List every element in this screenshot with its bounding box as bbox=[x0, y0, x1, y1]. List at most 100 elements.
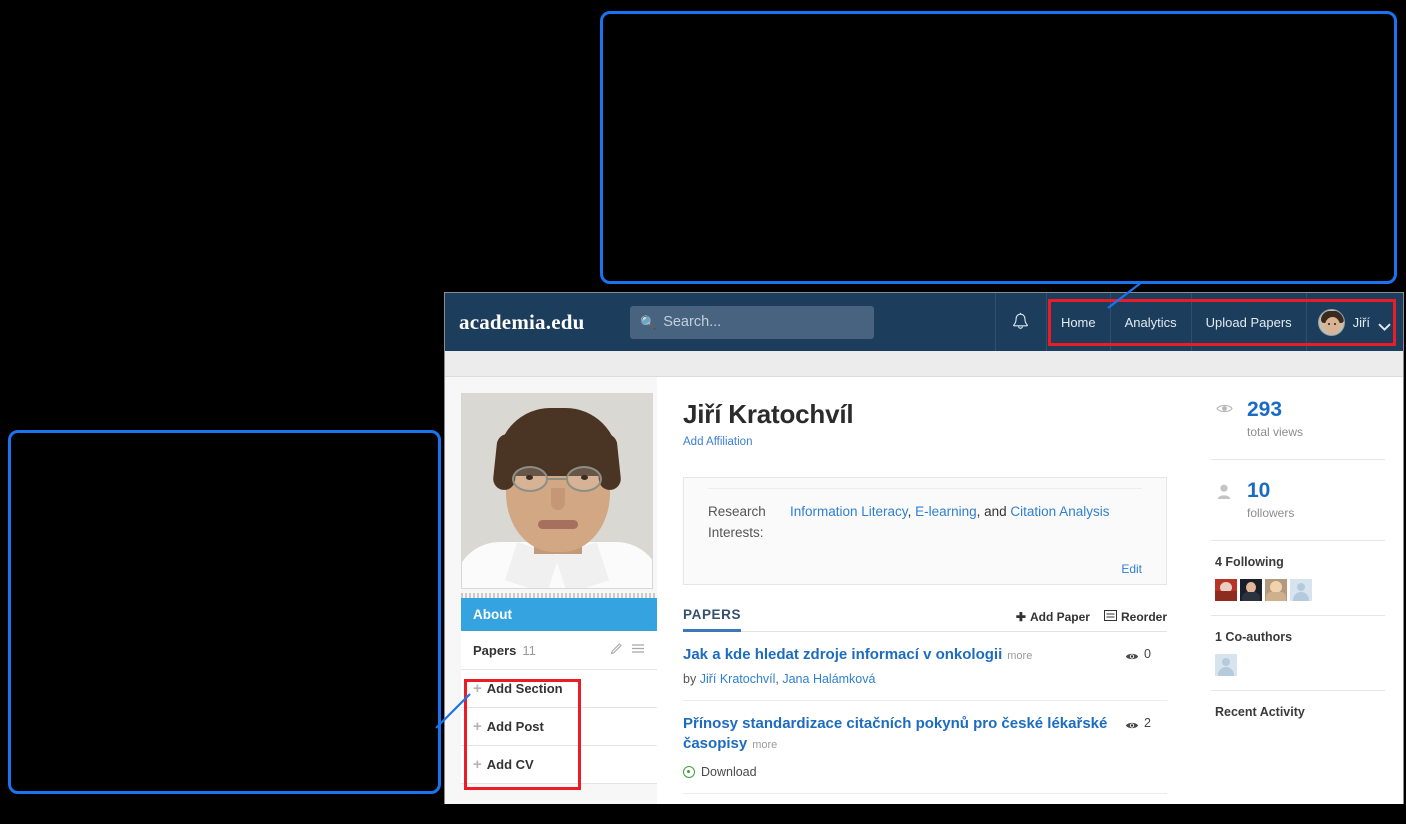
left-sidebar: About Papers 11 + Add Section + Add Post… bbox=[445, 377, 657, 804]
callout-box-navigation bbox=[600, 11, 1397, 284]
research-interests-row: Research Interests: Information Literacy… bbox=[708, 488, 1142, 544]
interest-conjunction: , and bbox=[976, 504, 1011, 519]
profile-page-body: About Papers 11 + Add Section + Add Post… bbox=[445, 377, 1403, 804]
pencil-icon[interactable] bbox=[610, 642, 623, 658]
interest-sep-1: , bbox=[907, 504, 916, 519]
add-paper-label: Add Paper bbox=[1029, 609, 1090, 624]
sidebar-item-papers[interactable]: Papers 11 bbox=[461, 631, 657, 670]
paper-more-link[interactable]: more bbox=[1007, 650, 1032, 662]
sidebar-add-section[interactable]: + Add Section bbox=[461, 670, 657, 708]
callout-leader-line-left bbox=[435, 692, 476, 732]
papers-section-header: PAPERS ✚ Add Paper Reorder bbox=[683, 607, 1167, 632]
bell-icon bbox=[1012, 312, 1029, 332]
eye-icon bbox=[1125, 719, 1139, 729]
notifications-button[interactable] bbox=[994, 293, 1047, 351]
reorder-button[interactable]: Reorder bbox=[1103, 609, 1167, 624]
avatar-placeholder[interactable] bbox=[1215, 654, 1237, 676]
author-link-1[interactable]: Jiří Kratochvíl bbox=[700, 672, 776, 686]
screenshot-stage: academia.edu 🔍 Search... Home Analytics … bbox=[0, 0, 1406, 824]
download-icon bbox=[683, 765, 695, 778]
papers-actions: ✚ Add Paper Reorder bbox=[1016, 609, 1167, 624]
search-area: 🔍 Search... bbox=[630, 293, 874, 351]
interest-link-information-literacy[interactable]: Information Literacy bbox=[790, 504, 908, 519]
avatar-placeholder[interactable] bbox=[1290, 579, 1312, 601]
search-placeholder: Search... bbox=[663, 314, 722, 330]
coauthor-avatars bbox=[1215, 654, 1385, 676]
sidebar-add-post[interactable]: + Add Post bbox=[461, 708, 657, 746]
main-inner: Research Interests: Information Literacy… bbox=[657, 477, 1193, 794]
research-interests-label-line1: Research bbox=[708, 504, 766, 519]
stat-total-views-value: 293 bbox=[1247, 398, 1283, 421]
paper-title-link[interactable]: Přínosy standardizace citačních pokynů p… bbox=[683, 714, 1113, 755]
stat-followers-value: 10 bbox=[1247, 479, 1271, 502]
navbar-spacer bbox=[874, 293, 995, 351]
browser-window: academia.edu 🔍 Search... Home Analytics … bbox=[444, 292, 1404, 804]
paper-authors: by Jiří Kratochvíl, Jana Halámková bbox=[683, 672, 1113, 686]
avatar[interactable] bbox=[1215, 579, 1237, 601]
add-paper-button[interactable]: ✚ Add Paper bbox=[1016, 610, 1090, 624]
paper-main: Přínosy standardizace citačních pokynů p… bbox=[683, 714, 1125, 779]
paper-main: Jak a kde hledat zdroje informací v onko… bbox=[683, 645, 1125, 686]
research-interests-label-line2: Interests: bbox=[708, 524, 764, 540]
person-icon bbox=[1215, 480, 1233, 499]
paper-view-count: 2 bbox=[1125, 714, 1167, 779]
callout-leader-line-top bbox=[1100, 281, 1160, 312]
top-navbar: academia.edu 🔍 Search... Home Analytics … bbox=[445, 293, 1403, 351]
paper-list-item: Přínosy standardizace citačních pokynů p… bbox=[683, 701, 1167, 794]
sidebar-papers-tools bbox=[610, 642, 645, 658]
sidebar-papers-count: 11 bbox=[522, 642, 536, 658]
sidebar-papers-label: Papers bbox=[473, 642, 517, 658]
add-affiliation-link[interactable]: Add Affiliation bbox=[683, 436, 1193, 448]
paper-title-link[interactable]: Jak a kde hledat zdroje informací v onko… bbox=[683, 645, 1113, 665]
profile-header: Jiří Kratochvíl Add Affiliation bbox=[657, 377, 1193, 469]
research-interests-card: Research Interests: Information Literacy… bbox=[683, 477, 1167, 585]
sidebar-item-about[interactable]: About bbox=[461, 598, 657, 631]
user-name-label: Jiří bbox=[1352, 314, 1370, 330]
stat-total-views: 293 total views bbox=[1211, 377, 1385, 460]
following-block: 4 Following bbox=[1211, 541, 1385, 616]
eye-icon bbox=[1215, 399, 1233, 414]
eye-icon bbox=[1125, 650, 1139, 659]
paper-title-text: Jak a kde hledat zdroje informací v onko… bbox=[683, 645, 1003, 663]
paper-views-value: 2 bbox=[1144, 716, 1151, 731]
nav-link-upload-papers[interactable]: Upload Papers bbox=[1192, 293, 1307, 351]
hamburger-icon[interactable] bbox=[631, 642, 645, 658]
interest-link-e-learning[interactable]: E-learning bbox=[915, 504, 977, 519]
navbar-right: Home Analytics Upload Papers Jiří bbox=[994, 293, 1403, 351]
interest-link-citation-analysis[interactable]: Citation Analysis bbox=[1010, 504, 1109, 519]
paper-download-link[interactable]: Download bbox=[683, 765, 1113, 779]
paper-title-text: Přínosy standardizace citačních pokynů p… bbox=[683, 715, 1108, 753]
sidebar-add-post-label: Add Post bbox=[486, 719, 544, 734]
recent-activity-title: Recent Activity bbox=[1215, 705, 1305, 719]
coauthors-title: 1 Co-authors bbox=[1215, 630, 1293, 644]
recent-activity-block: Recent Activity bbox=[1211, 691, 1385, 733]
following-title: 4 Following bbox=[1215, 555, 1284, 569]
avatar[interactable] bbox=[1240, 579, 1262, 601]
research-interests-edit-link[interactable]: Edit bbox=[708, 562, 1142, 576]
stat-total-views-body: 293 total views bbox=[1247, 399, 1303, 439]
search-input[interactable]: 🔍 Search... bbox=[630, 305, 874, 339]
sidebar-add-cv-label: Add CV bbox=[486, 757, 534, 772]
user-avatar bbox=[1317, 308, 1345, 336]
avatar[interactable] bbox=[1265, 579, 1287, 601]
right-sidebar: 293 total views 10 followers 4 Following… bbox=[1193, 377, 1403, 804]
user-menu[interactable]: Jiří bbox=[1307, 293, 1403, 351]
stat-followers-label: followers bbox=[1247, 506, 1295, 520]
author-link-2[interactable]: Jana Halámková bbox=[782, 672, 875, 686]
paper-more-link[interactable]: more bbox=[752, 739, 777, 751]
plus-icon: ✚ bbox=[1015, 609, 1026, 624]
sub-navigation-band bbox=[445, 351, 1403, 377]
following-avatars bbox=[1215, 579, 1385, 601]
paper-view-count: 0 bbox=[1125, 645, 1167, 686]
page-title: Jiří Kratochvíl bbox=[683, 399, 854, 429]
sidebar-add-section-label: Add Section bbox=[486, 681, 563, 696]
callout-box-add-items bbox=[8, 430, 441, 794]
site-logo[interactable]: academia.edu bbox=[445, 293, 630, 351]
paper-download-label: Download bbox=[701, 764, 757, 779]
research-interests-values: Information Literacy, E-learning, and Ci… bbox=[790, 502, 1109, 544]
reorder-label: Reorder bbox=[1120, 609, 1167, 624]
paper-list-item: Jak a kde hledat zdroje informací v onko… bbox=[683, 632, 1167, 702]
papers-tab[interactable]: PAPERS bbox=[683, 607, 742, 632]
sidebar-add-cv[interactable]: + Add CV bbox=[461, 746, 657, 784]
stat-followers: 10 followers bbox=[1211, 460, 1385, 541]
